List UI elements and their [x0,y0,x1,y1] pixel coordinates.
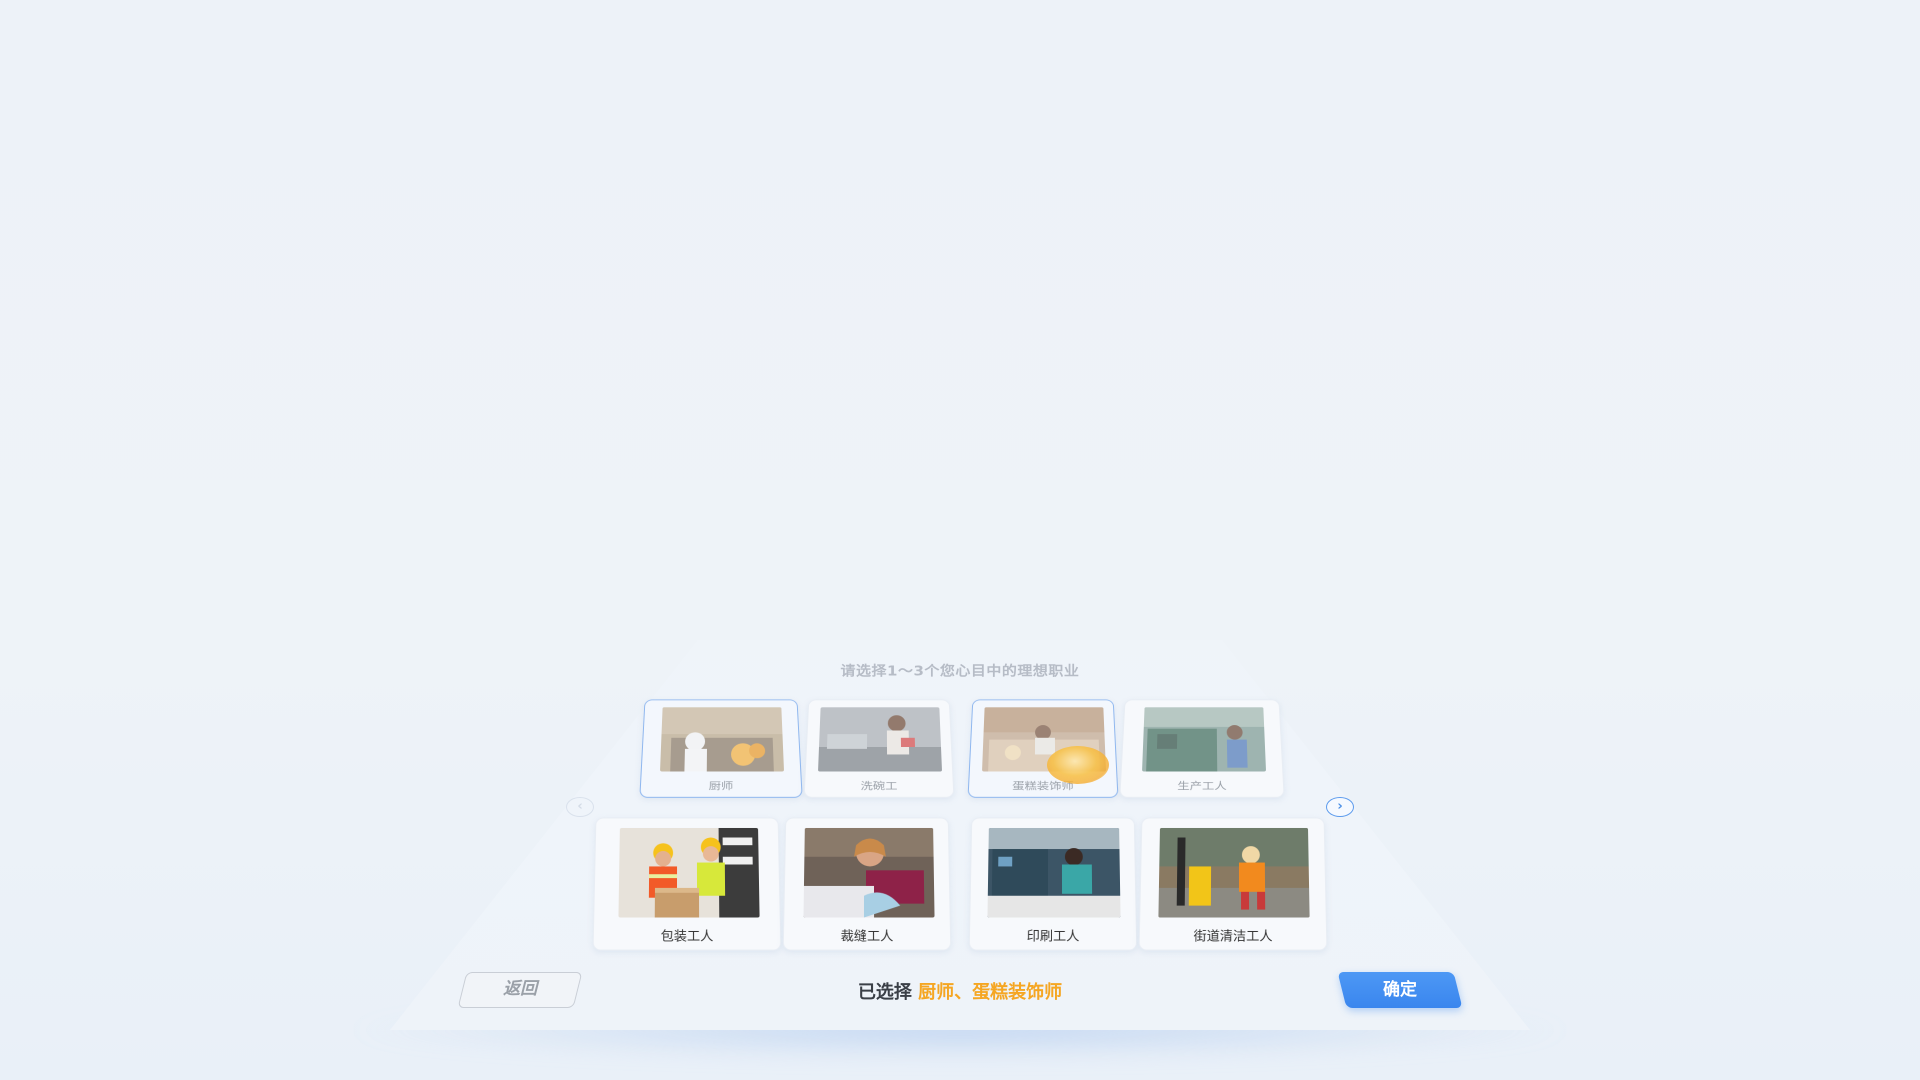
back-button[interactable]: 返回 [458,972,583,1008]
job-card-packer[interactable]: 包装工人 [593,818,782,951]
job-label: 洗碗工 [805,779,953,793]
job-card-production-worker[interactable]: 生产工人 [1119,699,1284,797]
confirm-button-label: 确定 [1342,972,1458,1008]
chevron-right-icon[interactable]: › [1326,797,1354,817]
job-label: 裁缝工人 [784,925,950,944]
job-label: 包装工人 [594,925,781,944]
chef-photo [660,707,784,771]
job-card-printer[interactable]: 印刷工人 [969,818,1138,951]
job-label: 厨师 [641,779,802,793]
selected-prefix: 已选择 [858,982,912,1003]
packer-photo [618,828,759,918]
production-worker-photo [1142,707,1266,771]
job-label: 生产工人 [1121,779,1284,793]
printer-photo [987,828,1120,918]
back-button-label: 返回 [463,973,577,1006]
tailor-photo [803,828,934,918]
job-card-dishwasher[interactable]: 洗碗工 [804,699,955,797]
job-label: 街道清洁工人 [1140,925,1327,944]
job-card-street-cleaner[interactable]: 街道清洁工人 [1139,818,1328,951]
street-cleaner-photo [1158,828,1309,918]
job-label: 印刷工人 [970,925,1136,944]
prompt-title: 请选择1～3个您心目中的理想职业 [760,661,1160,680]
dishwasher-photo [818,707,942,771]
job-selection-screen: 请选择1～3个您心目中的理想职业 厨师 洗碗工 蛋糕装饰师 生产工人 ‹ › 包… [0,0,1920,1080]
confirm-button[interactable]: 确定 [1338,972,1463,1008]
selected-summary: 已选择 厨师、蛋糕装饰师 [760,978,1160,1004]
job-card-chef[interactable]: 厨师 [639,699,802,797]
job-card-tailor[interactable]: 裁缝工人 [783,818,952,951]
chevron-left-icon[interactable]: ‹ [566,797,594,817]
selected-value: 厨师、蛋糕装饰师 [918,982,1062,1003]
hand-pointer-icon [1047,746,1109,784]
